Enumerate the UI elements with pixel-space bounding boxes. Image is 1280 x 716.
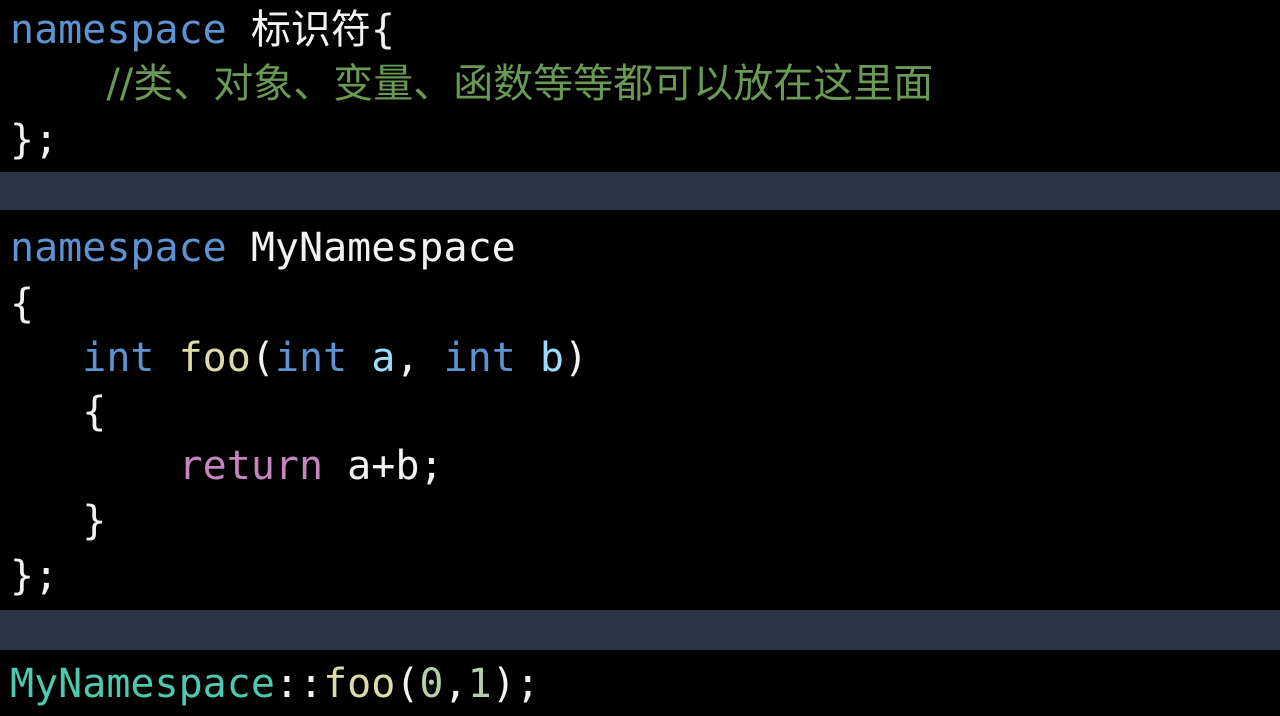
code-block-namespace-syntax: namespace 标识符{ //类、对象、变量、函数等等都可以放在这里面 }; (0, 0, 1280, 172)
keyword-int: int (274, 335, 348, 381)
scope-operator: :: (274, 661, 324, 707)
code-line: int foo(int a, int b) (82, 335, 589, 381)
param-b: b (539, 335, 564, 381)
param-a: a (371, 335, 396, 381)
code-block-namespace-example: namespace MyNamespace { int foo(int a, i… (0, 210, 1280, 610)
close-brace: } (82, 498, 107, 544)
code-line: }; (10, 550, 58, 602)
close-brace: }; (10, 553, 59, 599)
code-line: { (10, 278, 34, 330)
code-line: } (10, 495, 106, 547)
function-name: foo (178, 335, 251, 381)
keyword-int: int (82, 335, 155, 381)
code-line: namespace MyNamespace (10, 222, 516, 274)
open-brace: { (370, 7, 395, 53)
namespace-qualifier: MyNamespace (10, 661, 275, 707)
keyword-namespace: namespace (10, 7, 227, 53)
function-call: foo (323, 661, 396, 707)
code-block-call-example: MyNamespace::foo(0,1); (0, 650, 1280, 716)
open-brace: { (10, 281, 35, 327)
code-line: //类、对象、变量、函数等等都可以放在这里面 (10, 58, 933, 110)
close-brace: }; (10, 117, 59, 163)
open-brace: { (82, 389, 107, 435)
code-line: namespace 标识符{ (10, 4, 395, 56)
code-line: { (10, 386, 106, 438)
return-expression: a+b; (347, 443, 444, 489)
keyword-return: return (178, 443, 324, 489)
section-divider (0, 610, 1280, 650)
argument-number: 0 (419, 661, 444, 707)
code-line: return a+b; (10, 440, 444, 492)
namespace-name: MyNamespace (250, 225, 516, 271)
keyword-int: int (443, 335, 516, 381)
section-divider (0, 172, 1280, 210)
argument-number: 1 (467, 661, 492, 707)
identifier-placeholder: 标识符 (250, 7, 371, 53)
code-line: }; (10, 114, 58, 166)
code-line: MyNamespace::foo(0,1); (10, 661, 540, 707)
code-comment: //类、对象、变量、函数等等都可以放在这里面 (106, 61, 934, 107)
keyword-namespace: namespace (10, 225, 227, 271)
